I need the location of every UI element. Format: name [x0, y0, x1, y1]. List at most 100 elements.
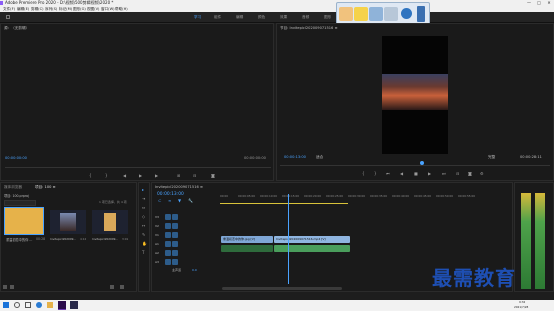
home-icon[interactable] — [6, 15, 10, 19]
track-lock-v2[interactable] — [172, 223, 178, 229]
track-select-icon[interactable]: ⇥ — [142, 196, 145, 201]
program-tab[interactable]: 节目: Invitepicl202009071516 ≡ — [280, 26, 337, 31]
source-camera-icon[interactable]: ◙ — [211, 173, 215, 178]
timeline-playhead[interactable] — [288, 194, 289, 284]
source-step-fwd-icon[interactable]: ▶ — [155, 173, 158, 178]
track-target-a2[interactable] — [165, 250, 171, 256]
timeline-tab[interactable]: Invitepicl202009071516 ≡ — [155, 185, 203, 189]
track-lock-a2[interactable] — [172, 250, 178, 256]
track-label-v2: V2 — [155, 224, 159, 228]
program-stop-icon[interactable]: ■ — [414, 171, 418, 176]
timeline-timecode[interactable]: 00:00:13:00 — [157, 192, 184, 197]
project-search-input[interactable] — [4, 200, 36, 206]
program-fit-select[interactable]: 适合 — [316, 155, 323, 160]
zoom-icon[interactable] — [384, 7, 398, 21]
program-step-fwd-icon[interactable]: ▶ — [428, 171, 431, 176]
workspace-learn[interactable]: 学习 — [194, 12, 201, 22]
windows-start-icon[interactable] — [3, 302, 9, 308]
program-step-back-icon[interactable]: ◀ — [400, 171, 403, 176]
file-explorer-icon[interactable] — [47, 302, 53, 308]
track-label-a1: A1 — [155, 242, 159, 246]
workspace-assembly[interactable]: 组件 — [214, 12, 221, 22]
project-item-2[interactable] — [50, 210, 86, 234]
program-settings-icon[interactable]: ⚙ — [480, 171, 484, 176]
track-lock-v3[interactable] — [172, 214, 178, 220]
source-tab[interactable]: 源：（无剪辑） — [4, 26, 29, 31]
delete-icon[interactable] — [120, 285, 124, 289]
program-camera-icon[interactable]: ◙ — [468, 171, 472, 176]
track-target-v3[interactable] — [165, 214, 171, 220]
timeline-ruler[interactable]: 00:00 00:00:05:00 00:00:10:00 00:00:15:0… — [220, 194, 510, 206]
track-target-v2[interactable] — [165, 223, 171, 229]
source-insert-icon[interactable]: ⊞ — [177, 173, 180, 178]
track-lock-a3[interactable] — [172, 259, 178, 265]
source-mark-in-icon[interactable]: { — [89, 173, 92, 178]
source-mark-out-icon[interactable]: } — [105, 173, 108, 178]
premiere-taskbar-icon[interactable] — [58, 301, 66, 310]
track-target-a3[interactable] — [165, 259, 171, 265]
program-goto-in-icon[interactable]: ⏮ — [386, 171, 390, 176]
ripple-edit-icon[interactable]: ⇔ — [142, 205, 145, 210]
pen-tool-icon[interactable]: ✎ — [142, 232, 145, 237]
workspace-color[interactable]: 颜色 — [258, 12, 265, 22]
workspace-audio[interactable]: 音频 — [302, 12, 309, 22]
program-goto-out-icon[interactable]: ⏭ — [442, 171, 446, 176]
type-tool-icon[interactable]: T — [142, 250, 144, 255]
linked-selection-icon[interactable]: ∞ — [168, 198, 171, 203]
workspace-edit[interactable]: 编辑 — [236, 12, 243, 22]
project-item-2-preview — [60, 213, 76, 231]
arrows-icon[interactable] — [417, 6, 425, 22]
workspace-effects[interactable]: 效果 — [280, 12, 287, 22]
save-icon[interactable] — [369, 7, 383, 21]
work-area-bar[interactable] — [220, 203, 348, 204]
track-lock-v1[interactable] — [172, 232, 178, 238]
workspace-graphics[interactable]: 图形 — [324, 12, 331, 22]
timeline-settings-icon[interactable]: 🔧 — [188, 198, 193, 203]
master-volume[interactable]: 0.0 — [192, 268, 197, 272]
track-target-a1[interactable] — [165, 241, 171, 247]
program-playhead[interactable] — [420, 161, 424, 165]
audio-clip-empty[interactable] — [221, 245, 273, 252]
tools-panel: ▸ ⇥ ⇔ ◇ ↔ ✎ ✋ T — [138, 182, 150, 292]
chat-icon[interactable] — [354, 7, 368, 21]
razor-tool-icon[interactable]: ◇ — [142, 214, 145, 219]
project-item-1[interactable] — [4, 207, 44, 235]
source-timecode: 00:00:00:00 — [5, 156, 27, 160]
project-path: 项目: 100.prproj — [4, 194, 29, 198]
project-item-3[interactable] — [92, 210, 128, 234]
ruler-label: 00:00:05:00 — [238, 194, 256, 198]
program-lift-icon[interactable]: ⊟ — [456, 171, 459, 176]
source-play-icon[interactable]: ▶ — [139, 173, 142, 178]
program-mark-out-icon[interactable]: } — [374, 171, 377, 176]
program-scrubber[interactable] — [280, 163, 550, 166]
hand-icon[interactable] — [339, 7, 353, 21]
audio-clip-mp4[interactable] — [274, 245, 350, 252]
ruler-label: 00:00:15:00 — [282, 194, 300, 198]
track-lock-a1[interactable] — [172, 241, 178, 247]
timeline-scrollbar[interactable] — [222, 287, 342, 290]
hand-tool-icon[interactable]: ✋ — [142, 241, 147, 246]
tab-project[interactable]: 项目: 100 ≡ — [35, 185, 56, 190]
task-view-icon[interactable] — [25, 302, 31, 308]
track-headers: V3 V2 V1 A1 A2 A3 主声道 0.0 — [152, 204, 218, 282]
video-clip-mp4[interactable]: Invitepicl202009071516.mp4 [V] — [274, 236, 350, 243]
edge-icon[interactable] — [36, 302, 42, 308]
search-icon[interactable] — [14, 302, 20, 308]
selection-tool-icon[interactable]: ▸ — [142, 187, 144, 192]
snap-icon[interactable]: ⊂ — [158, 198, 161, 203]
track-target-v1[interactable] — [165, 232, 171, 238]
source-overwrite-icon[interactable]: ⊟ — [193, 173, 196, 178]
program-mark-in-icon[interactable]: { — [362, 171, 365, 176]
list-view-icon[interactable] — [3, 285, 7, 289]
app-taskbar-icon[interactable] — [70, 301, 78, 309]
source-step-back-icon[interactable]: ◀ — [123, 173, 126, 178]
tab-media-browser[interactable]: 媒体浏览器 — [4, 185, 22, 190]
new-item-icon[interactable] — [110, 285, 114, 289]
slip-tool-icon[interactable]: ↔ — [142, 223, 145, 228]
source-scrubber[interactable] — [5, 164, 271, 168]
video-clip-image[interactable]: 重温初恋中的你.jpg [V] — [221, 236, 273, 243]
add-marker-icon[interactable]: ▼ — [178, 198, 181, 203]
icon-view-icon[interactable] — [10, 285, 14, 289]
program-quality-select[interactable]: 完整 — [488, 155, 495, 160]
info-icon[interactable] — [401, 8, 412, 19]
